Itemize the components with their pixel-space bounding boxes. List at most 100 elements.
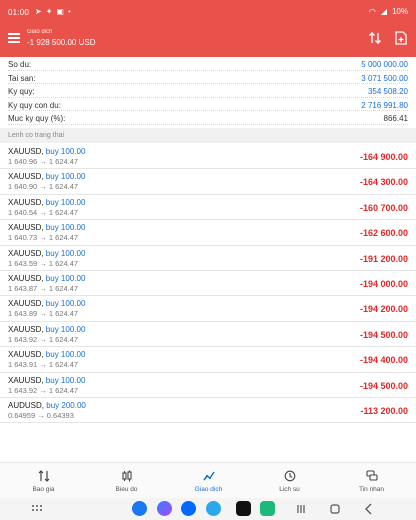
order-row[interactable]: XAUUSD, buy 100.00 1 643.91 → 1 624.47 -…: [0, 347, 416, 373]
lock-notif-icon: ▣: [56, 7, 64, 16]
order-prices: 1 643.87 → 1 624.47: [8, 283, 79, 293]
order-profit: -194 500.00: [359, 329, 408, 340]
order-row[interactable]: XAUUSD, buy 100.00 1 640.54 → 1 624.47 -…: [0, 195, 416, 221]
signal-icon: ◢: [380, 7, 387, 16]
order-profit: -194 200.00: [359, 304, 408, 315]
summary-row-balance: So du: 5 000 000.00: [8, 57, 408, 71]
order-profit: -162 600.00: [359, 228, 408, 239]
order-profit: -194 400.00: [359, 355, 408, 366]
order-symbol: XAUUSD,: [8, 248, 44, 258]
nav-messages[interactable]: Tin nhan: [330, 463, 413, 499]
status-bar: 01:00 ➤ ✦ ▣ • ◠ ◢ 10%: [0, 0, 416, 24]
order-symbol: AUDUSD,: [8, 400, 45, 410]
back-icon[interactable]: [362, 502, 376, 516]
summary-label: Ky quy:: [8, 87, 37, 96]
section-header: Lenh co trang thai: [0, 128, 416, 143]
order-symbol: XAUUSD,: [8, 172, 44, 182]
summary-value: 5 000 000.00: [359, 60, 408, 69]
nav-label: Bieu do: [115, 486, 138, 493]
order-profit: -194 000.00: [359, 278, 408, 289]
order-row[interactable]: XAUUSD, buy 100.00 1 643.92 → 1 624.47 -…: [0, 322, 416, 348]
candles-icon: [121, 470, 132, 482]
trading-app-icon[interactable]: [260, 501, 275, 516]
order-profit: -191 200.00: [359, 253, 408, 264]
nav-chart[interactable]: Bieu do: [85, 463, 168, 499]
chat-icon: [365, 470, 378, 481]
order-profit: -113 200.00: [360, 405, 408, 416]
status-time: 01:00: [8, 8, 30, 17]
order-symbol: XAUUSD,: [8, 273, 44, 283]
order-profit: -160 700.00: [359, 202, 408, 213]
bottom-nav: Bao gia Bieu do Giao dich Lich su Tin nh…: [0, 462, 416, 498]
order-row[interactable]: XAUUSD, buy 100.00 1 643.87 → 1 624.47 -…: [0, 271, 416, 297]
order-symbol: XAUUSD,: [8, 375, 44, 385]
dot-notif-icon: •: [67, 7, 71, 16]
order-side: buy 100.00: [45, 350, 86, 360]
order-side: buy 100.00: [45, 172, 86, 182]
nav-label: Tin nhan: [358, 486, 385, 493]
twitter-notif-icon: ✦: [45, 7, 53, 16]
nav-quotes[interactable]: Bao gia: [2, 463, 85, 499]
order-row[interactable]: XAUUSD, buy 100.00 1 640.73 → 1 624.47 -…: [0, 220, 416, 246]
summary-row-equity: Tai san: 3 071 500.00: [8, 71, 408, 84]
messenger-icon[interactable]: [157, 501, 172, 516]
nav-trade[interactable]: Giao dich: [167, 463, 250, 499]
order-symbol: XAUUSD,: [8, 147, 44, 156]
app-grid-icon[interactable]: [30, 502, 44, 516]
summary-label: Tai san:: [8, 73, 38, 83]
order-side: buy 100.00: [45, 147, 86, 156]
summary-label: Ky quy con du:: [8, 100, 63, 110]
menu-icon[interactable]: [8, 33, 20, 43]
zalo-icon[interactable]: [181, 501, 196, 516]
summary-label: Muc ky quy (%):: [8, 114, 68, 123]
trend-line-icon: [202, 471, 215, 481]
order-profit: -194 500.00: [359, 380, 408, 391]
order-symbol: XAUUSD,: [8, 299, 44, 309]
order-row[interactable]: XAUUSD, buy 100.00 1 643.92 → 1 624.47 -…: [0, 373, 416, 398]
nav-history[interactable]: Lich su: [248, 463, 331, 499]
order-side: buy 100.00: [45, 273, 86, 283]
order-side: buy 100.00: [45, 375, 86, 385]
order-symbol: XAUUSD,: [8, 350, 44, 360]
order-prices: 1 643.89 → 1 624.47: [8, 309, 79, 319]
summary-value: 2 716 991.80: [359, 100, 408, 110]
summary-row-margin-level: Muc ky quy (%): 866.41: [8, 111, 408, 125]
order-row[interactable]: AUDUSD, buy 200.00 0.64959 → 0.64393 -11…: [0, 398, 416, 424]
summary-row-margin: Ky quy: 354 508.20: [8, 84, 408, 98]
recents-icon[interactable]: [294, 502, 308, 516]
order-prices: 1 643.91 → 1 624.47: [8, 360, 79, 370]
order-row[interactable]: XAUUSD, buy 100.00 1 640.90 → 1 624.47 -…: [0, 169, 416, 195]
status-right: ◠ ◢ 10%: [369, 7, 408, 16]
summary-value: 354 508.20: [365, 87, 408, 96]
order-prices: 1 643.59 → 1 624.47: [8, 258, 79, 268]
order-side: buy 200.00: [46, 400, 86, 410]
summary-row-free-margin: Ky quy con du: 2 716 991.80: [8, 98, 408, 111]
order-prices: 1 640.96 → 1 624.47: [8, 157, 79, 166]
floating-pl: -1 928 500.00 USD: [27, 38, 96, 47]
battery-level: 10%: [391, 7, 408, 16]
order-symbol: XAUUSD,: [8, 197, 44, 207]
account-summary: So du: 5 000 000.00 Tai san: 3 071 500.0…: [0, 57, 416, 125]
telegram-notif-icon: ➤: [35, 7, 42, 16]
order-prices: 1 640.73 → 1 624.47: [8, 233, 79, 243]
notification-icons: ➤ ✦ ▣ •: [35, 7, 71, 16]
summary-value: 866.41: [381, 114, 408, 123]
order-row[interactable]: XAUUSD, buy 100.00 1 643.89 → 1 624.47 -…: [0, 296, 416, 322]
order-side: buy 100.00: [45, 324, 86, 334]
order-row[interactable]: XAUUSD, buy 100.00 1 643.59 → 1 624.47 -…: [0, 246, 416, 271]
order-prices: 1 640.90 → 1 624.47: [8, 182, 79, 192]
order-prices: 1 643.92 → 1 624.47: [8, 385, 79, 395]
home-icon[interactable]: [328, 502, 342, 516]
sort-icon[interactable]: [368, 31, 382, 45]
facebook-icon[interactable]: [132, 501, 147, 516]
history-icon: [284, 470, 295, 482]
game-icon[interactable]: [236, 501, 251, 516]
nav-label: Bao gia: [32, 486, 55, 493]
order-symbol: XAUUSD,: [8, 223, 44, 233]
new-order-icon[interactable]: [395, 31, 407, 45]
order-profit: -164 300.00: [359, 177, 408, 188]
orders-list: XAUUSD, buy 100.00 1 640.96 → 1 624.47 -…: [0, 144, 416, 424]
telegram-icon[interactable]: [206, 501, 221, 516]
order-row[interactable]: XAUUSD, buy 100.00 1 640.96 → 1 624.47 -…: [0, 144, 416, 170]
app-header: 01:00 ➤ ✦ ▣ • ◠ ◢ 10% Giao dich -1 928 5…: [0, 0, 416, 57]
